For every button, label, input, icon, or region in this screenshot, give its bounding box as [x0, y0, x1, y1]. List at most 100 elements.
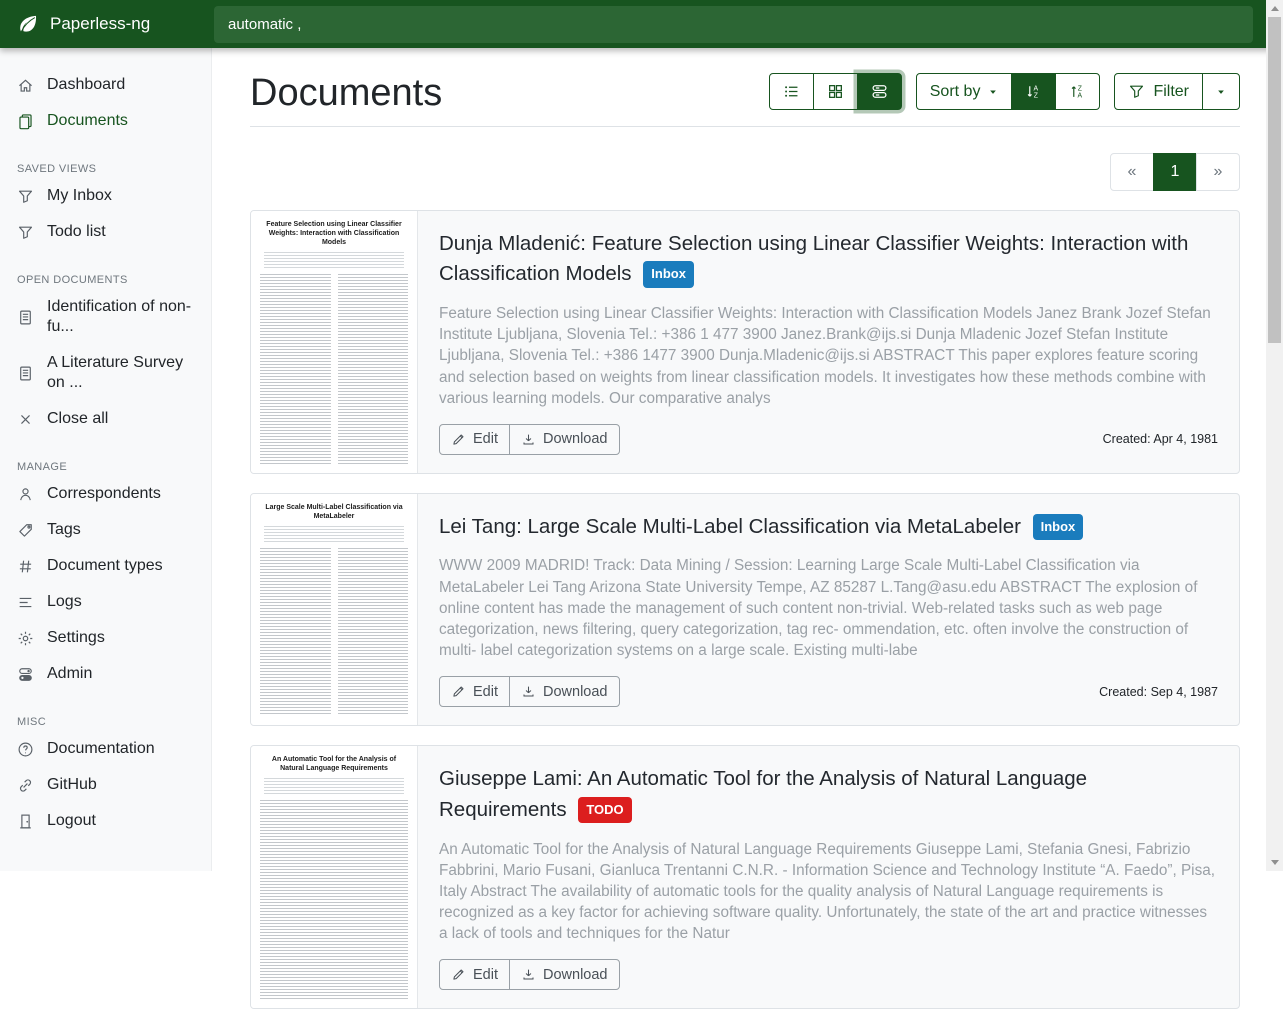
sort-by-dropdown-button[interactable]: Sort by — [916, 73, 1013, 110]
document-card: Large Scale Multi-Label Classification v… — [250, 493, 1240, 726]
sidebar-item-label: Close all — [47, 409, 108, 429]
thumbnail-authors-block — [264, 526, 404, 542]
caret-down-icon — [1216, 87, 1226, 97]
sidebar-item-open-doc-2[interactable]: A Literature Survey on ... — [0, 345, 211, 401]
sidebar-item-logout[interactable]: Logout — [0, 803, 211, 839]
close-icon — [17, 411, 34, 428]
document-title-link[interactable]: Dunja Mladenić: Feature Selection using … — [439, 229, 1218, 291]
sort-alpha-up-icon: Z A — [1069, 83, 1086, 100]
document-card-footer: Edit Download Created: Sep 4, 1987 — [439, 661, 1218, 707]
download-button[interactable]: Download — [509, 959, 620, 990]
download-icon — [521, 432, 536, 447]
funnel-icon — [17, 188, 34, 205]
sidebar-item-label: A Literature Survey on ... — [47, 353, 194, 393]
sidebar-item-open-doc-1[interactable]: Identification of non-fu... — [0, 289, 211, 345]
download-button[interactable]: Download — [509, 424, 620, 455]
tag-icon — [17, 522, 34, 539]
pagination-next-button[interactable]: » — [1196, 153, 1240, 191]
document-title-link[interactable]: Giuseppe Lami: An Automatic Tool for the… — [439, 764, 1218, 826]
toggles-icon — [17, 666, 34, 683]
tag-badge-todo[interactable]: TODO — [578, 797, 631, 824]
sidebar-item-documentation[interactable]: Documentation — [0, 731, 211, 767]
document-thumbnail[interactable]: Feature Selection using Linear Classifie… — [251, 211, 418, 473]
thumbnail-paper-title: An Automatic Tool for the Analysis of Na… — [260, 755, 408, 773]
sort-descending-button[interactable]: Z A — [1055, 73, 1100, 110]
pencil-icon — [451, 967, 466, 982]
scroll-up-arrow-icon[interactable] — [1266, 0, 1283, 17]
sidebar-section-saved-views: SAVED VIEWS — [0, 157, 211, 178]
sort-by-label: Sort by — [930, 83, 981, 101]
tag-badge-inbox[interactable]: Inbox — [643, 261, 694, 288]
pagination-page-1[interactable]: 1 — [1153, 153, 1197, 191]
edit-button[interactable]: Edit — [439, 959, 510, 990]
sidebar-item-label: Correspondents — [47, 484, 161, 504]
document-thumbnail[interactable]: An Automatic Tool for the Analysis of Na… — [251, 746, 418, 1008]
browser-scrollbar[interactable] — [1266, 0, 1283, 871]
document-title-link[interactable]: Lei Tang: Large Scale Multi-Label Classi… — [439, 512, 1218, 543]
document-thumbnail[interactable]: Large Scale Multi-Label Classification v… — [251, 494, 418, 725]
document-actions: Edit Download — [439, 676, 620, 707]
sidebar: Dashboard Documents SAVED VIEWS My Inbox… — [0, 48, 212, 871]
thumbnail-text-columns — [260, 274, 408, 464]
edit-label: Edit — [473, 967, 498, 983]
thumbnail-text-columns — [260, 800, 408, 999]
hash-icon — [17, 558, 34, 575]
sidebar-item-document-types[interactable]: Document types — [0, 548, 211, 584]
sort-ascending-button[interactable]: A Z — [1011, 73, 1056, 110]
created-date: Created: Sep 4, 1987 — [1099, 685, 1218, 699]
svg-text:A: A — [1078, 93, 1083, 100]
filter-group: Filter — [1114, 73, 1240, 110]
pagination: « 1 » — [1110, 153, 1240, 191]
scrollbar-thumb[interactable] — [1268, 17, 1281, 343]
view-grid-button[interactable] — [813, 73, 858, 110]
view-list-button[interactable] — [769, 73, 814, 110]
funnel-icon — [17, 224, 34, 241]
edit-button[interactable]: Edit — [439, 424, 510, 455]
sort-alpha-down-icon: A Z — [1025, 83, 1042, 100]
document-card: An Automatic Tool for the Analysis of Na… — [250, 745, 1240, 1009]
document-title-text: Lei Tang: Large Scale Multi-Label Classi… — [439, 515, 1021, 538]
sort-group: Sort by A Z — [916, 73, 1101, 110]
view-details-button[interactable] — [857, 73, 902, 110]
download-label: Download — [543, 431, 608, 447]
thumbnail-authors-block — [264, 252, 404, 268]
edit-label: Edit — [473, 431, 498, 447]
sidebar-item-documents[interactable]: Documents — [0, 103, 211, 139]
filter-dropdown-button[interactable] — [1202, 73, 1240, 110]
sidebar-item-logs[interactable]: Logs — [0, 584, 211, 620]
search-input[interactable] — [214, 6, 1253, 43]
sidebar-section-misc: MISC — [0, 710, 211, 731]
sidebar-item-label: Admin — [47, 664, 92, 684]
download-icon — [521, 967, 536, 982]
link-icon — [17, 777, 34, 794]
sidebar-item-close-all[interactable]: Close all — [0, 401, 211, 437]
sidebar-item-todo-list[interactable]: Todo list — [0, 214, 211, 250]
sidebar-item-label: Tags — [47, 520, 81, 540]
download-button[interactable]: Download — [509, 676, 620, 707]
edit-button[interactable]: Edit — [439, 676, 510, 707]
sidebar-item-settings[interactable]: Settings — [0, 620, 211, 656]
document-card-body: Dunja Mladenić: Feature Selection using … — [418, 211, 1239, 473]
scroll-down-arrow-icon[interactable] — [1266, 854, 1283, 871]
sidebar-item-dashboard[interactable]: Dashboard — [0, 67, 211, 103]
sidebar-item-my-inbox[interactable]: My Inbox — [0, 178, 211, 214]
pagination-prev-button[interactable]: « — [1110, 153, 1154, 191]
thumbnail-paper-title: Feature Selection using Linear Classifie… — [260, 220, 408, 247]
question-circle-icon — [17, 741, 34, 758]
sidebar-item-github[interactable]: GitHub — [0, 767, 211, 803]
sidebar-item-correspondents[interactable]: Correspondents — [0, 476, 211, 512]
gear-icon — [17, 630, 34, 647]
tag-badge-inbox[interactable]: Inbox — [1033, 514, 1084, 541]
brand-home-link[interactable]: Paperless-ng — [0, 13, 212, 35]
sidebar-item-admin[interactable]: Admin — [0, 656, 211, 692]
leaf-icon — [17, 13, 39, 35]
sidebar-item-label: Documents — [47, 111, 128, 131]
document-card-footer: Edit Download — [439, 944, 1218, 990]
sidebar-item-label: GitHub — [47, 775, 97, 795]
brand-name: Paperless-ng — [50, 14, 150, 34]
sidebar-item-label: Settings — [47, 628, 105, 648]
sidebar-item-tags[interactable]: Tags — [0, 512, 211, 548]
filter-button[interactable]: Filter — [1114, 73, 1203, 110]
document-actions: Edit Download — [439, 959, 620, 990]
door-icon — [17, 813, 34, 830]
